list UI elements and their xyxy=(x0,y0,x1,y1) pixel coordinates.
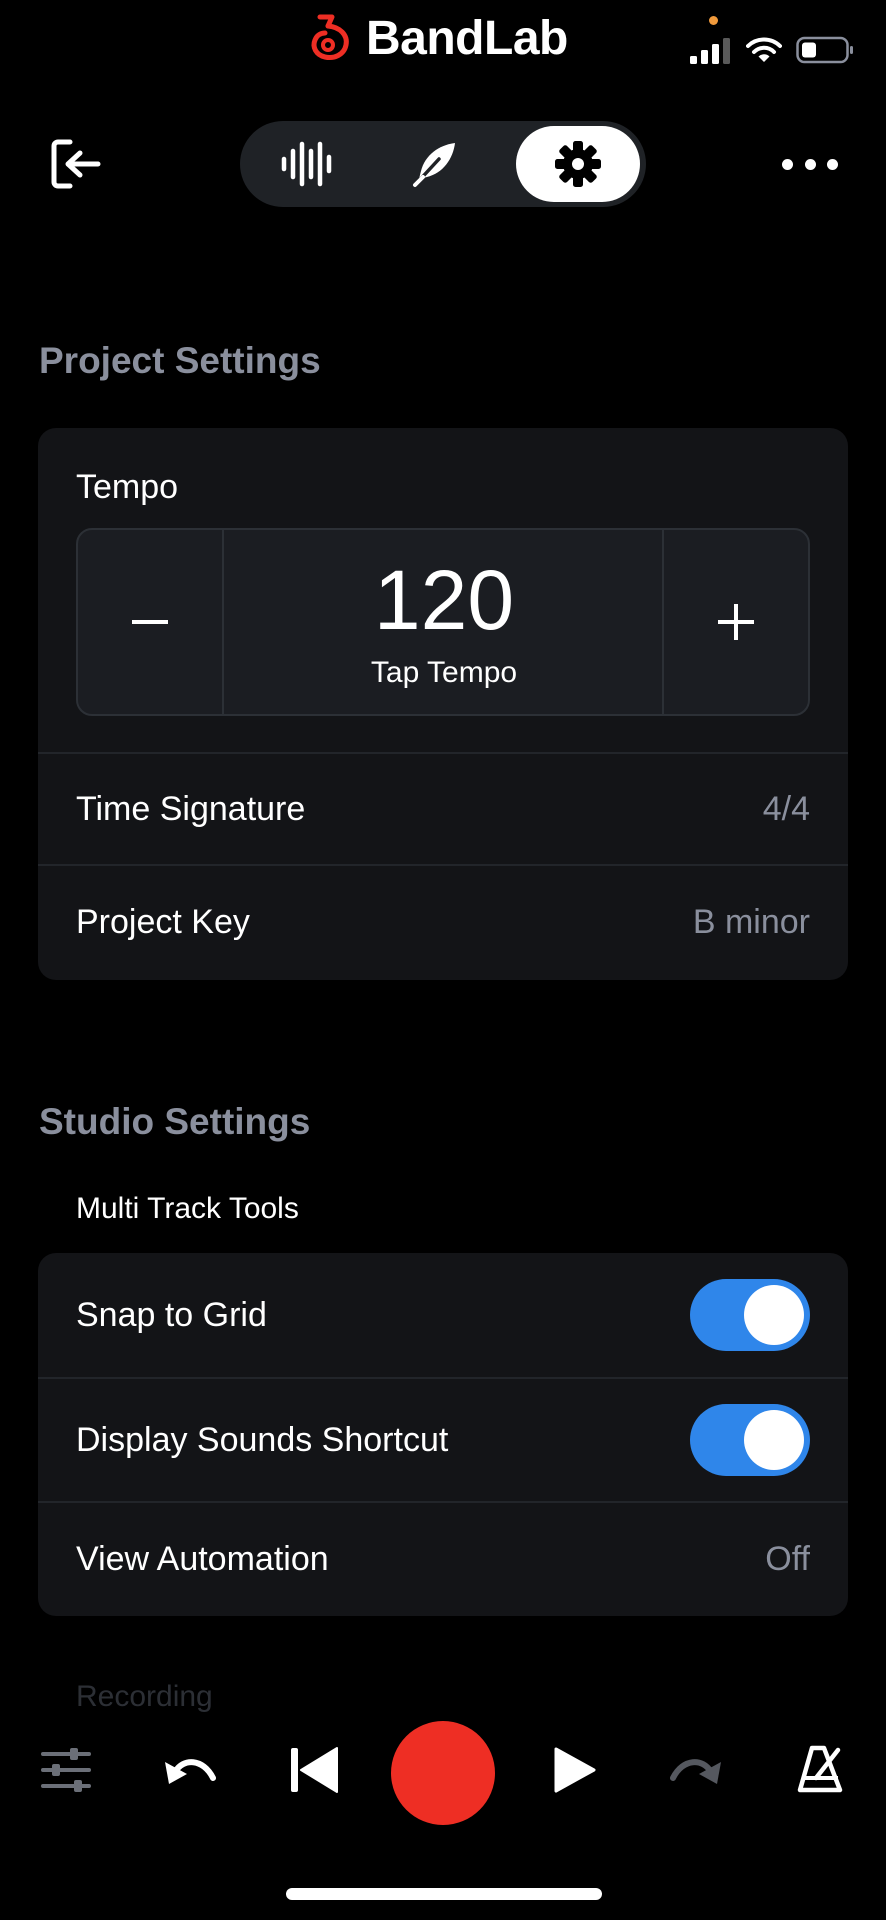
project-key-value: B minor xyxy=(692,902,810,941)
brand-logo: BandLab xyxy=(306,8,568,68)
project-key-label: Project Key xyxy=(76,902,250,941)
redo-icon xyxy=(670,1759,721,1784)
exit-project-button[interactable] xyxy=(48,136,104,192)
recording-section-label: Recording xyxy=(76,1680,213,1713)
wifi-icon xyxy=(746,37,782,62)
bandlab-logo-icon xyxy=(311,14,349,60)
skip-back-button[interactable] xyxy=(274,1730,354,1810)
privacy-indicator xyxy=(709,16,718,25)
tempo-decrease-button[interactable] xyxy=(78,530,224,714)
display-sounds-shortcut-toggle[interactable] xyxy=(690,1404,810,1476)
cellular-signal-icon xyxy=(690,38,730,64)
undo-icon xyxy=(165,1759,216,1784)
view-automation-row[interactable]: View Automation Off xyxy=(38,1503,848,1616)
minus-icon xyxy=(132,620,168,624)
tap-tempo-label: Tap Tempo xyxy=(370,656,518,689)
status-icons xyxy=(690,36,854,64)
time-signature-value: 4/4 xyxy=(762,789,810,828)
tab-settings[interactable] xyxy=(516,126,640,202)
display-sounds-shortcut-row: Display Sounds Shortcut xyxy=(38,1379,848,1501)
brand-name: BandLab xyxy=(366,11,568,65)
project-settings-title: Project Settings xyxy=(39,340,321,381)
feather-icon xyxy=(413,143,455,187)
tempo-increase-button[interactable] xyxy=(662,530,808,714)
time-signature-row[interactable]: Time Signature 4/4 xyxy=(38,754,848,864)
studio-settings-card: Snap to Grid Display Sounds Shortcut Vie… xyxy=(38,1253,848,1616)
play-icon xyxy=(554,1747,596,1793)
toggle-knob xyxy=(744,1410,804,1470)
record-button[interactable] xyxy=(391,1721,495,1825)
home-indicator xyxy=(286,1888,602,1900)
snap-to-grid-toggle[interactable] xyxy=(690,1279,810,1351)
battery-icon xyxy=(796,36,853,64)
mixer-button[interactable] xyxy=(26,1730,106,1810)
skip-back-icon xyxy=(291,1747,338,1793)
metronome-button[interactable] xyxy=(780,1730,860,1810)
studio-settings-title: Studio Settings xyxy=(39,1101,311,1142)
gear-icon xyxy=(555,141,601,187)
time-signature-label: Time Signature xyxy=(76,789,306,828)
plus-icon xyxy=(718,604,754,640)
mixer-icon xyxy=(41,1748,91,1792)
view-automation-label: View Automation xyxy=(76,1540,329,1578)
waveform-icon xyxy=(281,141,332,187)
exit-icon xyxy=(51,139,101,189)
toggle-knob xyxy=(744,1285,804,1345)
tab-lyrics[interactable] xyxy=(374,126,498,202)
snap-to-grid-label: Snap to Grid xyxy=(76,1295,267,1334)
view-automation-value: Off xyxy=(765,1540,810,1578)
more-options-button[interactable] xyxy=(778,146,842,182)
view-switcher xyxy=(240,121,646,207)
undo-button[interactable] xyxy=(150,1730,230,1810)
project-settings-card: Tempo 120 Tap Tempo Time Signature 4/4 P… xyxy=(38,428,848,980)
snap-to-grid-row: Snap to Grid xyxy=(38,1253,848,1377)
tempo-control: 120 Tap Tempo xyxy=(76,528,810,716)
more-icon xyxy=(782,158,793,170)
tab-tracks[interactable] xyxy=(246,126,370,202)
multi-track-tools-label: Multi Track Tools xyxy=(76,1192,299,1225)
tap-tempo-button[interactable]: 120 Tap Tempo xyxy=(226,530,662,714)
redo-button[interactable] xyxy=(656,1730,736,1810)
tempo-value: 120 xyxy=(373,553,515,647)
project-key-row[interactable]: Project Key B minor xyxy=(38,866,848,978)
display-sounds-shortcut-label: Display Sounds Shortcut xyxy=(76,1420,449,1459)
tempo-label: Tempo xyxy=(76,468,179,506)
play-button[interactable] xyxy=(534,1730,614,1810)
metronome-icon xyxy=(797,1745,843,1793)
